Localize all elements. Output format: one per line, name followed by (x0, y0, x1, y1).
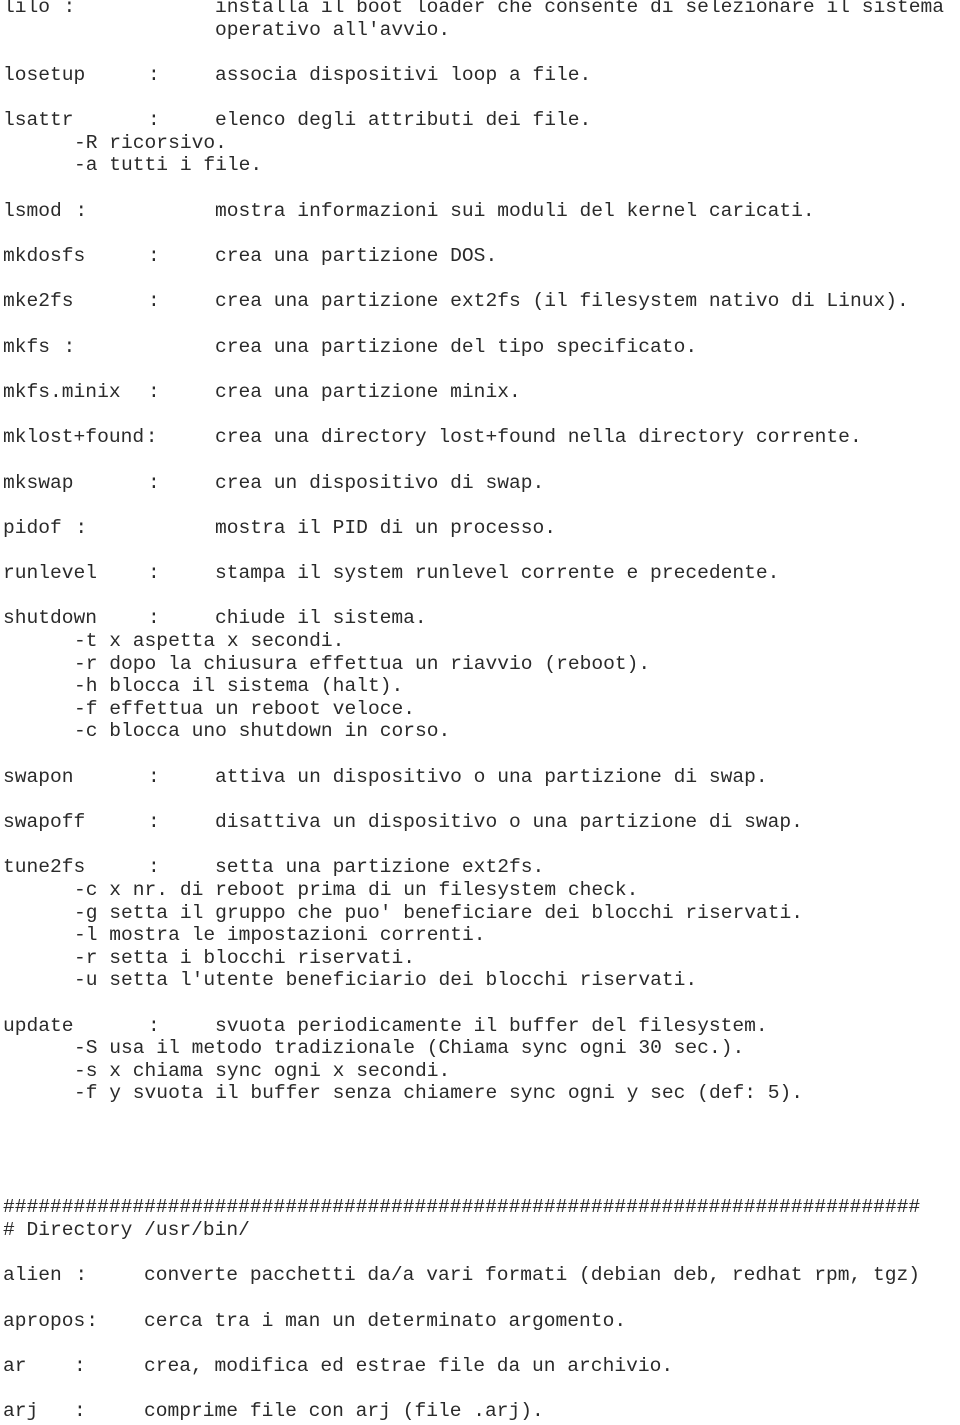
command-name: mke2fs (3, 290, 74, 313)
command-description: installa il boot loader che consente di … (215, 0, 945, 18)
command-option: -t x aspetta x secondi. (74, 630, 345, 652)
command-separator: : (148, 380, 160, 403)
command-option: -r dopo la chiusura effettua un riavvio … (74, 652, 651, 675)
command-separator: : (148, 856, 160, 879)
command-option: -S usa il metodo tradizionale (Chiama sy… (74, 1037, 745, 1060)
command-separator: : (63, 335, 76, 358)
command-name: mkdosfs (3, 245, 86, 267)
command-separator: : (75, 516, 88, 539)
command-option: -g setta il gruppo che puo' beneficiare … (74, 901, 804, 924)
command-name: mklost+found (3, 426, 145, 449)
command-separator: : (63, 0, 76, 18)
command-description: elenco degli attributi dei file. (215, 109, 592, 132)
command-option: -R ricorsivo. (74, 131, 227, 154)
command-description: attiva un dispositivo o una partizione d… (215, 765, 768, 788)
command-separator: : (148, 290, 160, 313)
command-description: mostra informazioni sui moduli del kerne… (215, 199, 815, 222)
command-name: shutdown (3, 607, 98, 630)
command-name: update (3, 1014, 74, 1037)
command-description: operativo all'avvio. (215, 18, 451, 41)
command-option: -f y svuota il buffer senza chiamere syn… (74, 1082, 804, 1105)
command-option: -s x chiama sync ogni x secondi. (74, 1059, 451, 1082)
command-separator: : (148, 765, 160, 788)
command-description: crea, modifica ed estrae file da un arch… (144, 1354, 674, 1377)
command-option: -c blocca uno shutdown in corso. (74, 720, 451, 743)
command-name: apropos (3, 1309, 86, 1332)
command-separator: : (75, 1264, 88, 1287)
command-name: swapoff (3, 811, 86, 833)
command-name: lsattr (3, 109, 74, 132)
command-separator: : (148, 562, 160, 585)
command-option: -l mostra le impostazioni correnti. (74, 924, 486, 947)
command-description: crea una directory lost+found nella dire… (215, 426, 862, 449)
command-separator: : (148, 109, 160, 132)
command-description: comprime file con arj (file .arj). (144, 1400, 544, 1423)
hash-separator: ########################################… (3, 1196, 921, 1218)
command-separator: : (86, 1309, 99, 1332)
command-description: crea un dispositivo di swap. (215, 471, 545, 494)
command-name: ar (3, 1354, 27, 1377)
command-name: lsmod (3, 199, 62, 222)
command-separator: : (74, 1400, 86, 1423)
command-description: mostra il PID di un processo. (215, 516, 556, 539)
command-separator: : (75, 199, 88, 222)
command-description: svuota periodicamente il buffer del file… (215, 1014, 768, 1037)
command-name: pidof (3, 516, 62, 539)
command-name: arj (3, 1400, 39, 1423)
command-separator: : (148, 245, 160, 267)
command-name: lilo (3, 0, 51, 18)
command-description: crea una partizione ext2fs (il filesyste… (215, 290, 909, 313)
command-separator: : (148, 811, 160, 833)
command-description: chiude il sistema. (215, 607, 427, 630)
command-name: swapon (3, 765, 74, 788)
command-name: mkfs.minix (3, 380, 121, 403)
command-option: -r setta i blocchi riservati. (74, 946, 415, 969)
command-description: disattiva un dispositivo o una partizion… (215, 811, 803, 833)
command-separator: : (145, 426, 158, 449)
command-option: -a tutti i file. (74, 154, 263, 177)
command-description: converte pacchetti da/a vari formati (de… (144, 1264, 921, 1287)
command-name: runlevel (3, 562, 98, 585)
command-name: losetup (3, 63, 86, 86)
command-separator: : (148, 607, 160, 630)
command-description: associa dispositivi loop a file. (215, 63, 592, 86)
command-option: -u setta l'utente beneficiario dei blocc… (74, 969, 698, 992)
command-separator: : (148, 63, 160, 86)
command-option: -c x nr. di reboot prima di un filesyste… (74, 878, 639, 901)
command-name: mkfs (3, 335, 51, 358)
command-separator: : (148, 1014, 160, 1037)
command-description: setta una partizione ext2fs. (215, 856, 545, 879)
directory-header: # Directory /usr/bin/ (3, 1219, 250, 1241)
command-separator: : (74, 1354, 86, 1377)
command-description: crea una partizione DOS. (215, 245, 498, 267)
command-name: alien (3, 1264, 62, 1287)
command-separator: : (148, 471, 160, 494)
command-description: cerca tra i man un determinato argomento… (144, 1309, 627, 1332)
command-option: -h blocca il sistema (halt). (74, 675, 404, 698)
command-name: tune2fs (3, 856, 86, 879)
command-name: mkswap (3, 471, 74, 494)
command-description: crea una partizione del tipo specificato… (215, 335, 698, 358)
command-description: stampa il system runlevel corrente e pre… (215, 562, 780, 585)
command-option: -f effettua un reboot veloce. (74, 697, 415, 720)
command-description: crea una partizione minix. (215, 380, 521, 403)
